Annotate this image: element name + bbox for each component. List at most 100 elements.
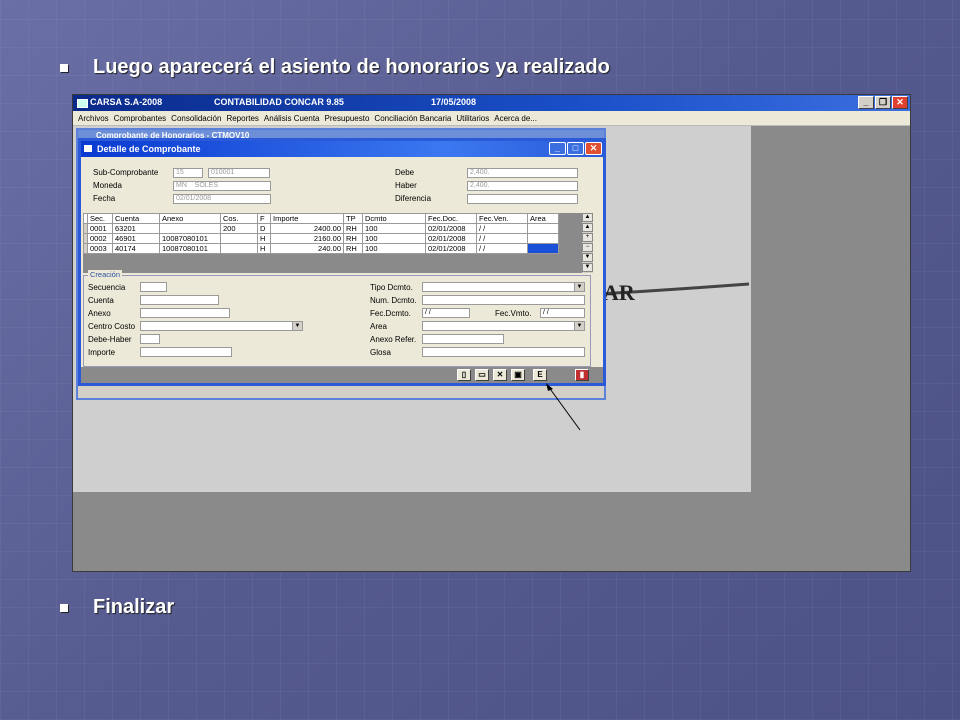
col-cos[interactable]: Cos. [220, 213, 258, 224]
chevron-down-icon[interactable]: ▼ [292, 322, 302, 330]
cell-fec-doc[interactable]: 02/01/2008 [425, 223, 477, 234]
haber-field[interactable]: 2,400. [467, 181, 578, 191]
cell-importe[interactable]: 2400.00 [270, 223, 344, 234]
sub-comprobante-field[interactable]: 15 [173, 168, 203, 178]
cell-fec-ven[interactable]: / / [476, 233, 528, 244]
cell-tp[interactable]: RH [343, 243, 363, 254]
anexo-field[interactable] [140, 308, 230, 318]
col-fec-ven[interactable]: Fec.Ven. [476, 213, 528, 224]
importe-field[interactable] [140, 347, 232, 357]
fec-vmto-field[interactable]: / / [540, 308, 585, 318]
cell-tp[interactable]: RH [343, 223, 363, 234]
restore-icon[interactable]: ❐ [875, 96, 891, 109]
scroll-top-icon[interactable]: ▲ [582, 213, 593, 222]
cell-tp[interactable]: RH [343, 233, 363, 244]
menu-archivos[interactable]: Archivos [78, 114, 109, 123]
num-dcmto-field[interactable] [422, 295, 585, 305]
cell-cos[interactable] [220, 243, 258, 254]
cell-cos[interactable]: 200 [220, 223, 258, 234]
cell-cuenta[interactable]: 63201 [112, 223, 160, 234]
dialog-toolbar: ▯ ▭ ✕ ▣ E ▮ [81, 367, 603, 383]
menu-conciliacion-bancaria[interactable]: Conciliación Bancaria [374, 114, 451, 123]
debe-label: Debe [395, 168, 415, 177]
cell-fec-ven[interactable]: / / [476, 243, 528, 254]
tipo-dcmto-select[interactable]: ▼ [422, 282, 585, 292]
secuencia-field[interactable] [140, 282, 167, 292]
cell-fec-ven[interactable]: / / [476, 223, 528, 234]
area-select[interactable]: ▼ [422, 321, 585, 331]
app-icon [77, 98, 88, 108]
grid-scrollbar[interactable]: ▲ ▲ + − ▼ ▼ [582, 213, 593, 273]
centro-costo-select[interactable]: ▼ [140, 321, 303, 331]
save-icon[interactable]: ▣ [511, 369, 525, 381]
debe-field[interactable]: 2,400. [467, 168, 578, 178]
dialog-minimize-icon[interactable]: _ [549, 142, 566, 155]
menu-analisis-cuenta[interactable]: Análisis Cuenta [264, 114, 320, 123]
cell-sec[interactable]: 0003 [87, 243, 113, 254]
col-area[interactable]: Area [527, 213, 559, 224]
dialog-maximize-icon[interactable]: □ [567, 142, 584, 155]
scroll-remove-icon[interactable]: − [582, 243, 593, 252]
col-dcmto[interactable]: Dcmto [362, 213, 426, 224]
cell-anexo[interactable]: 10087080101 [159, 233, 221, 244]
dialog-close-icon[interactable]: ✕ [585, 142, 602, 155]
anexo-refer-field[interactable] [422, 334, 504, 344]
col-importe[interactable]: Importe [270, 213, 344, 224]
col-fec-doc[interactable]: Fec.Doc. [425, 213, 477, 224]
col-cuenta[interactable]: Cuenta [112, 213, 160, 224]
new-document-icon[interactable]: ▯ [457, 369, 471, 381]
menu-consolidacion[interactable]: Consolidación [171, 114, 221, 123]
cell-dcmto[interactable]: 100 [362, 233, 426, 244]
cell-fec-doc[interactable]: 02/01/2008 [425, 243, 477, 254]
cell-importe[interactable]: 2160.00 [270, 233, 344, 244]
col-f[interactable]: F [257, 213, 271, 224]
menu-presupuesto[interactable]: Presupuesto [325, 114, 370, 123]
cell-anexo[interactable]: 10087080101 [159, 243, 221, 254]
fec-dcmto-field[interactable]: / / [422, 308, 470, 318]
sub-comprobante-number-field[interactable]: 010001 [208, 168, 270, 178]
cell-f[interactable]: H [257, 233, 271, 244]
cell-area[interactable] [527, 223, 559, 234]
scroll-up-icon[interactable]: ▲ [582, 223, 593, 232]
delete-icon[interactable]: ✕ [493, 369, 507, 381]
chevron-down-icon[interactable]: ▼ [574, 283, 584, 291]
scroll-insert-icon[interactable]: + [582, 233, 593, 242]
cell-area[interactable] [527, 233, 559, 244]
num-dcmto-label: Num. Dcmto. [370, 296, 417, 305]
menu-utilitarios[interactable]: Utilitarios [456, 114, 489, 123]
cell-fec-doc[interactable]: 02/01/2008 [425, 233, 477, 244]
moneda-field[interactable]: MN SOLES [173, 181, 271, 191]
debe-haber-field[interactable] [140, 334, 160, 344]
table-row[interactable]: 0002 46901 10087080101 H 2160.00 RH 100 … [83, 233, 559, 244]
table-row[interactable]: 0003 40174 10087080101 H 240.00 RH 100 0… [83, 243, 559, 254]
glosa-field[interactable] [422, 347, 585, 357]
open-folder-icon[interactable]: ▭ [475, 369, 489, 381]
cell-importe[interactable]: 240.00 [270, 243, 344, 254]
minimize-icon[interactable]: _ [858, 96, 874, 109]
table-row[interactable]: 0001 63201 200 D 2400.00 RH 100 02/01/20… [83, 223, 559, 234]
cell-cos[interactable] [220, 233, 258, 244]
cell-dcmto[interactable]: 100 [362, 223, 426, 234]
menu-acerca-de[interactable]: Acerca de... [494, 114, 537, 123]
cell-dcmto[interactable]: 100 [362, 243, 426, 254]
chevron-down-icon[interactable]: ▼ [574, 322, 584, 330]
cell-anexo[interactable] [159, 223, 221, 234]
col-anexo[interactable]: Anexo [159, 213, 221, 224]
menu-comprobantes[interactable]: Comprobantes [114, 114, 166, 123]
fecha-field[interactable]: 02/01/2008 [173, 194, 271, 204]
cell-f[interactable]: H [257, 243, 271, 254]
scroll-down-icon[interactable]: ▼ [582, 253, 593, 262]
cell-cuenta[interactable]: 46901 [112, 233, 160, 244]
cuenta-field[interactable] [140, 295, 219, 305]
cell-f[interactable]: D [257, 223, 271, 234]
cell-cuenta[interactable]: 40174 [112, 243, 160, 254]
cell-sec[interactable]: 0002 [87, 233, 113, 244]
cell-sec[interactable]: 0001 [87, 223, 113, 234]
col-tp[interactable]: TP [343, 213, 363, 224]
cell-area-selected[interactable] [527, 243, 559, 254]
scroll-bottom-icon[interactable]: ▼ [582, 263, 593, 272]
menu-reportes[interactable]: Reportes [226, 114, 258, 123]
diferencia-field[interactable] [467, 194, 578, 204]
col-sec[interactable]: Sec. [87, 213, 113, 224]
close-icon[interactable]: ✕ [892, 96, 908, 109]
